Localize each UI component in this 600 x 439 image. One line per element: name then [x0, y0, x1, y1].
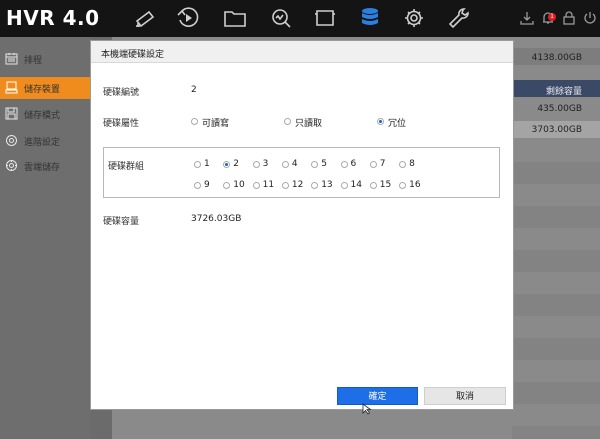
group-option-label: 8 — [409, 159, 415, 169]
disk-number-label: 硬碟編號 — [103, 88, 140, 98]
gear-icon — [6, 135, 17, 146]
sidebar-item-label: 儲存裝置 — [24, 85, 61, 95]
group-radio-2[interactable] — [223, 161, 231, 168]
sidebar-item-label: 雲端儲存 — [24, 163, 61, 173]
group-radio-15[interactable] — [369, 182, 377, 189]
sidebar: 排程 儲存裝置 儲存模式 進階設定 雲端儲存 — [0, 37, 90, 439]
search-icon[interactable] — [268, 6, 294, 30]
group-option-label: 16 — [409, 180, 421, 190]
group-radio-16[interactable] — [399, 182, 407, 189]
folder-icon[interactable] — [222, 6, 248, 30]
group-radio-10[interactable] — [223, 182, 231, 189]
remaining-capacity-cell: 435.00GB — [537, 104, 582, 114]
wrench-icon[interactable] — [446, 6, 472, 30]
sidebar-item-label: 儲存模式 — [24, 111, 61, 121]
group-radio-4[interactable] — [281, 161, 289, 168]
playback-icon[interactable] — [175, 6, 201, 30]
group-option-label: 7 — [379, 159, 386, 169]
sidebar-item-storage-device[interactable]: 儲存裝置 — [0, 77, 90, 99]
disk-capacity-value: 3726.03GB — [191, 214, 242, 224]
sidebar-item-cloud-storage[interactable]: 雲端儲存 — [0, 155, 90, 177]
group-radio-12[interactable] — [281, 182, 289, 189]
total-capacity-value: 4138.00GB — [531, 53, 582, 63]
group-option-label: 3 — [262, 159, 269, 169]
group-option-label: 12 — [291, 180, 304, 190]
download-icon[interactable] — [520, 11, 534, 25]
remaining-capacity-cell: 3703.00GB — [531, 125, 582, 135]
group-radio-11[interactable] — [252, 182, 260, 189]
disk-number-value: 2 — [191, 85, 197, 95]
attribute-radio-2[interactable] — [377, 118, 384, 125]
save-icon — [5, 107, 18, 120]
top-navigation-bar: HVR 4.0 1 — [0, 0, 600, 37]
attribute-option-label: 只讀取 — [295, 119, 323, 129]
group-radio-13[interactable] — [311, 182, 319, 189]
group-radio-1[interactable] — [194, 161, 201, 168]
confirm-button[interactable]: 確定 — [337, 387, 418, 405]
cancel-button[interactable]: 取消 — [424, 387, 506, 405]
attribute-option-label: 冗位 — [388, 119, 407, 129]
storage-device-icon — [5, 81, 18, 94]
group-radio-14[interactable] — [340, 182, 348, 189]
group-option-label: 10 — [233, 180, 245, 190]
table-row[interactable]: 435.00GB — [512, 100, 600, 117]
cloud-gear-icon — [6, 160, 17, 171]
group-radio-7[interactable] — [369, 161, 377, 168]
group-radio-8[interactable] — [399, 161, 407, 168]
group-option-label: 11 — [262, 180, 275, 190]
group-option-label: 1 — [204, 159, 210, 169]
attribute-radio-1[interactable] — [284, 118, 291, 125]
sidebar-item-storage-mode[interactable]: 儲存模式 — [0, 103, 90, 125]
disk-capacity-label: 硬碟容量 — [103, 217, 140, 227]
group-option-label: 15 — [379, 180, 392, 190]
table-empty-rows — [512, 140, 600, 439]
sidebar-item-schedule[interactable]: 排程 — [0, 48, 90, 70]
remaining-capacity-header: 剩餘容量 — [545, 87, 582, 97]
group-option-label: 4 — [291, 159, 298, 169]
group-option-label: 14 — [350, 180, 362, 190]
group-radio-3[interactable] — [252, 161, 260, 168]
power-icon[interactable] — [583, 11, 597, 25]
group-option-label: 13 — [321, 180, 333, 190]
disk-attribute-label: 硬碟屬性 — [103, 119, 140, 129]
group-option-label: 6 — [350, 159, 357, 169]
camera-icon[interactable] — [132, 6, 158, 30]
monitor-icon[interactable] — [312, 6, 338, 30]
local-disk-settings-dialog: 本機端硬碟設定 硬碟編號 2 硬碟屬性 可讀寫 只讀取 冗位 硬碟群組 123456… — [90, 40, 514, 410]
mouse-cursor-icon — [362, 403, 372, 415]
sidebar-item-label: 進階設定 — [24, 138, 61, 148]
group-radio-9[interactable] — [194, 182, 201, 189]
group-radio-5[interactable] — [311, 161, 319, 168]
group-option-label: 5 — [321, 159, 327, 169]
settings-icon[interactable] — [401, 6, 427, 30]
group-radio-6[interactable] — [340, 161, 348, 168]
table-row[interactable]: 3703.00GB — [512, 121, 600, 138]
total-capacity-row: 4138.00GB — [512, 48, 600, 65]
group-option-label: 9 — [204, 180, 210, 190]
group-option-label: 2 — [233, 159, 240, 169]
disk-group-label: 硬碟群組 — [108, 162, 145, 172]
disk-group-box: 硬碟群組 1 2 3 4 5 6 7 8 9 10 11 12 13 14 15 16 — [103, 147, 500, 198]
dialog-title-bar: 本機端硬碟設定 — [91, 41, 513, 63]
calendar-icon — [5, 53, 18, 65]
sidebar-item-label: 排程 — [24, 56, 43, 66]
alarm-count-badge: 1 — [548, 13, 556, 21]
dialog-title: 本機端硬碟設定 — [101, 50, 165, 60]
table-header: 剩餘容量 — [512, 80, 600, 97]
attribute-radio-0[interactable] — [191, 118, 198, 125]
attribute-option-label: 可讀寫 — [202, 119, 230, 129]
lock-icon[interactable] — [562, 11, 576, 25]
sidebar-item-advanced[interactable]: 進階設定 — [0, 130, 90, 152]
app-logo: HVR 4.0 — [6, 6, 100, 30]
storage-icon[interactable] — [357, 6, 383, 30]
